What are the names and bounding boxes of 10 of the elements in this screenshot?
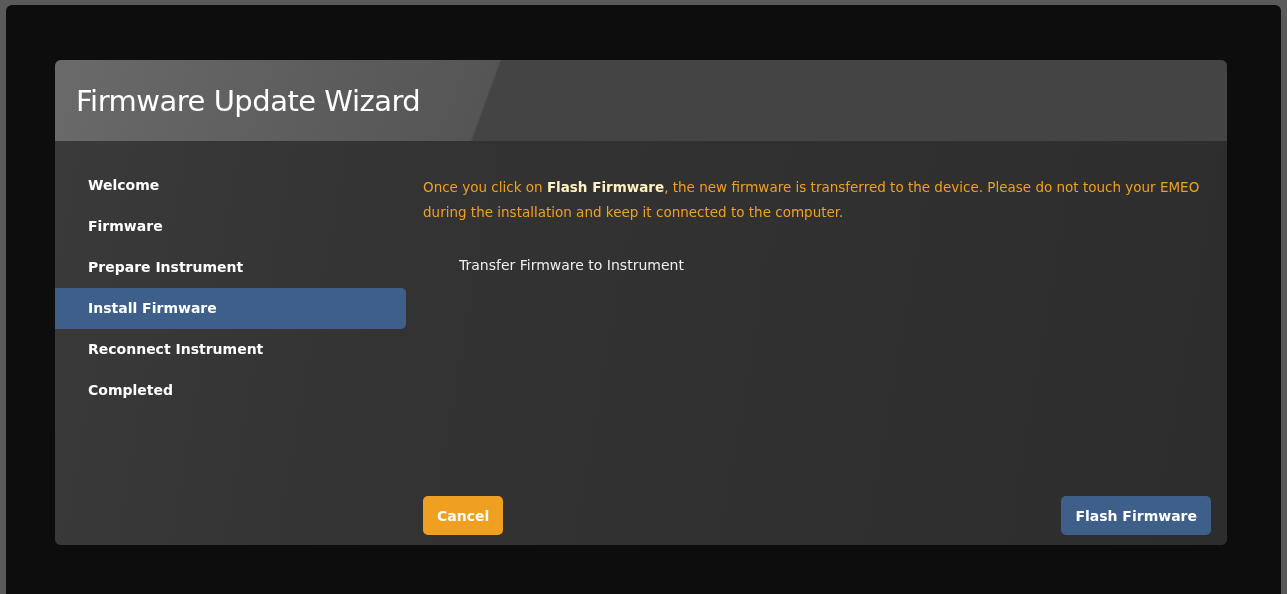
task-label: Transfer Firmware to Instrument	[459, 257, 684, 273]
flash-button[interactable]: Flash Firmware	[1061, 496, 1211, 535]
wizard-step[interactable]: Install Firmware	[55, 288, 406, 329]
notice-text: Once you click on Flash Firmware, the new firmware is transferred to the device. Please do not touch your EMEO during the installation and keep it connected to the computer.	[423, 178, 1201, 222]
wizard-step[interactable]: Reconnect Instrument	[55, 329, 406, 370]
wizard-step[interactable]: Firmware	[55, 206, 406, 247]
wizard-step[interactable]: Completed	[55, 370, 406, 411]
wizard-step[interactable]: Prepare Instrument	[55, 247, 406, 288]
wizard-step[interactable]: Welcome	[55, 165, 406, 206]
window-title: Firmware Update Wizard	[76, 83, 421, 118]
